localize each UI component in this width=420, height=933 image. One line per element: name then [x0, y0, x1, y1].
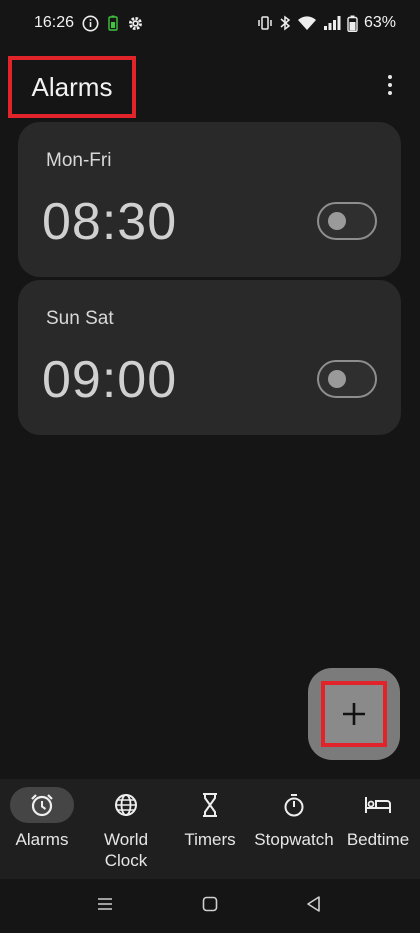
back-icon[interactable] [305, 895, 323, 913]
bed-icon [364, 794, 392, 816]
title-highlight-box: Alarms [8, 56, 136, 118]
nav-label-bedtime: Bedtime [346, 830, 410, 849]
nav-pill [262, 787, 326, 823]
status-time: 16:26 [34, 14, 75, 31]
bluetooth-icon [279, 15, 291, 31]
alarm-clock-icon [29, 792, 55, 818]
nav-pill [178, 787, 242, 823]
more-vert-icon[interactable] [378, 70, 402, 100]
globe-icon [113, 792, 139, 818]
nav-label-alarms: Alarms [15, 830, 69, 849]
home-icon[interactable] [201, 895, 219, 913]
signal-icon [323, 15, 341, 31]
nav-pill-active [10, 787, 74, 823]
plus-icon [340, 700, 368, 728]
settings-gear-icon [127, 15, 144, 32]
nav-pill [94, 787, 158, 823]
bottom-navigation: Alarms World Clock Timers Stopwatch Bedt… [0, 779, 420, 879]
alarm-card[interactable]: Mon-Fri 08:30 [18, 122, 401, 277]
nav-label-timers: Timers [184, 830, 236, 849]
alarm-time[interactable]: 08:30 [42, 192, 177, 252]
nav-item-stopwatch[interactable]: Stopwatch [252, 787, 336, 850]
nav-item-alarms[interactable]: Alarms [0, 787, 84, 850]
hourglass-icon [198, 792, 222, 818]
stopwatch-icon [281, 792, 307, 818]
nav-label-stopwatch: Stopwatch [254, 830, 334, 849]
nav-label-world-clock: World Clock [103, 830, 149, 870]
battery-icon [347, 15, 358, 32]
status-right: 63% [257, 14, 396, 32]
add-alarm-button[interactable] [321, 681, 387, 747]
status-left: 16:26 [34, 14, 144, 32]
toggle-knob [328, 212, 346, 230]
vibrate-icon [257, 15, 273, 31]
alarm-card[interactable]: Sun Sat 09:00 [18, 280, 401, 435]
page-title: Alarms [31, 71, 113, 102]
nav-item-bedtime[interactable]: Bedtime [336, 787, 420, 850]
nav-item-world-clock[interactable]: World Clock [84, 787, 168, 871]
nav-item-timers[interactable]: Timers [168, 787, 252, 850]
wifi-icon [297, 15, 317, 31]
battery-saver-icon [107, 15, 119, 31]
status-bar: 16:26 63% [0, 0, 420, 46]
toggle-knob [328, 370, 346, 388]
app-bar: Alarms [0, 56, 420, 120]
alarm-days: Mon-Fri [46, 150, 112, 171]
alarm-toggle[interactable] [317, 360, 377, 398]
alarm-toggle[interactable] [317, 202, 377, 240]
nav-pill [346, 787, 410, 823]
battery-percent: 63% [363, 14, 396, 31]
info-icon [82, 15, 99, 32]
system-navigation-bar [0, 879, 420, 933]
alarm-time[interactable]: 09:00 [42, 350, 177, 410]
recents-icon[interactable] [96, 895, 114, 913]
add-alarm-fab-container[interactable] [308, 668, 400, 760]
alarm-days: Sun Sat [46, 308, 114, 329]
